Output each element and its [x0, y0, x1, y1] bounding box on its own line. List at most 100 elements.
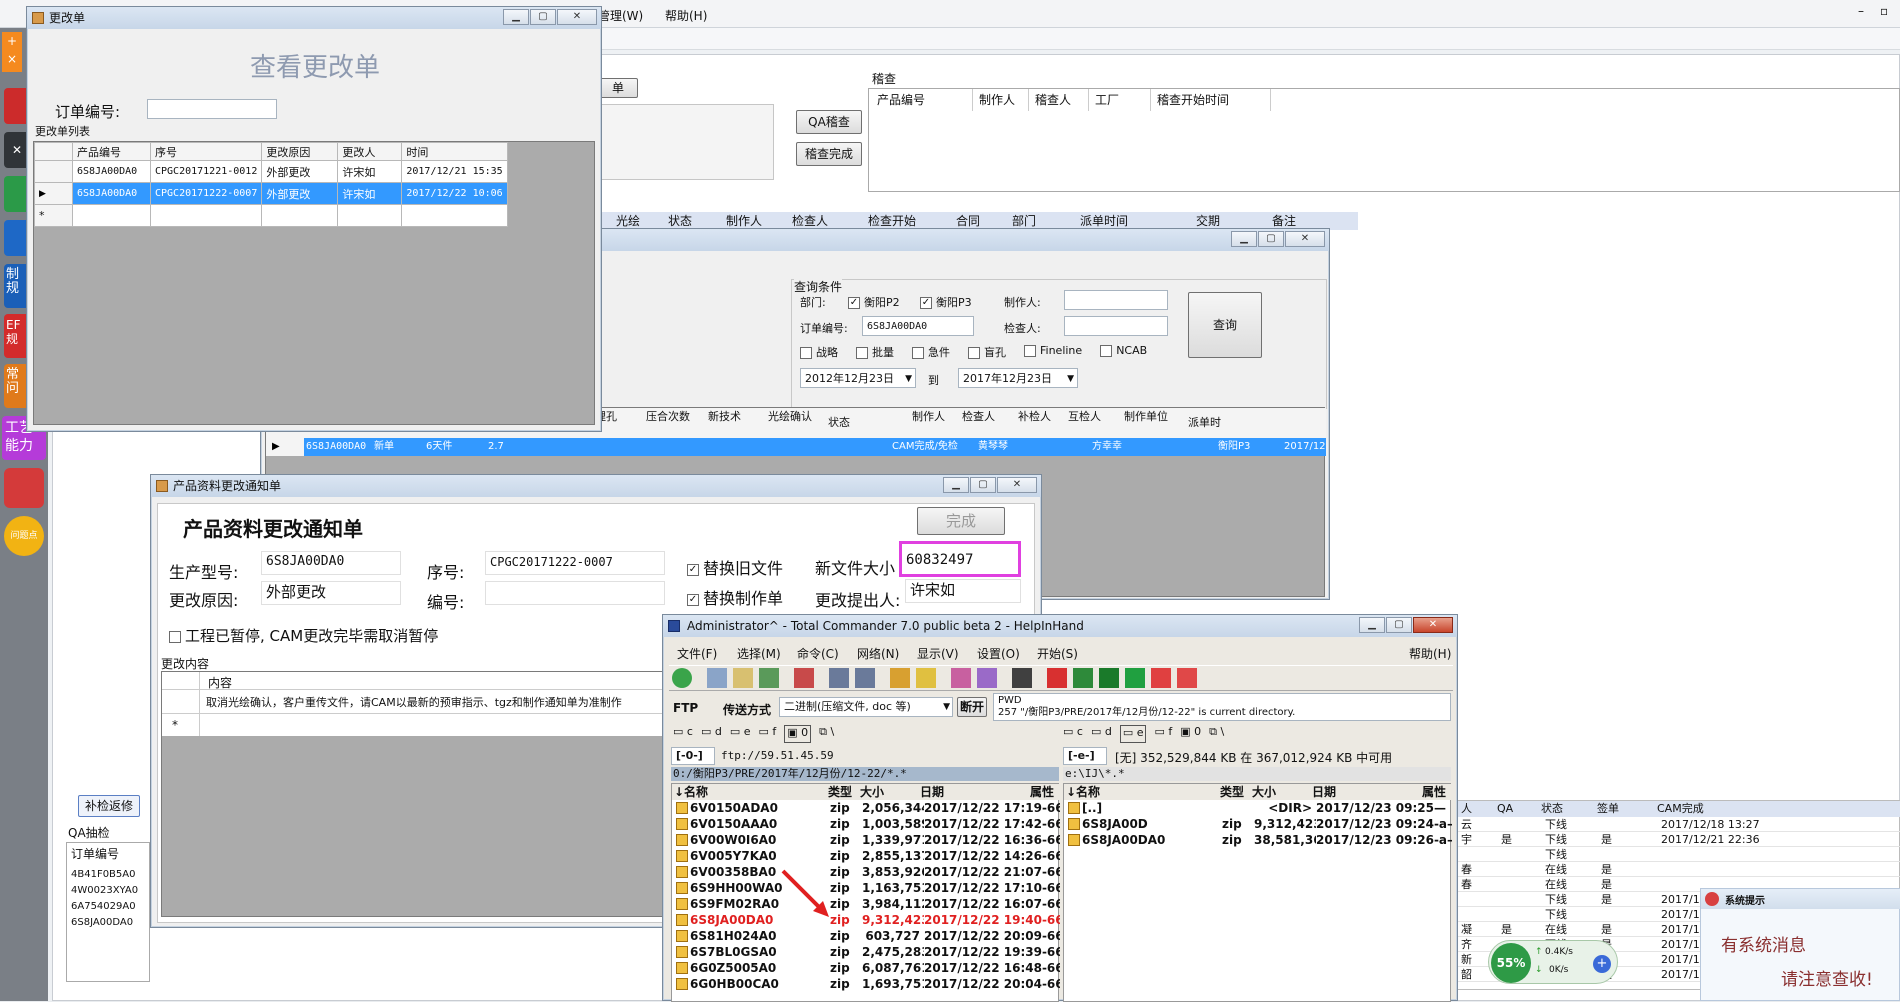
pack-icon[interactable] [890, 668, 910, 688]
thumbnail-icon[interactable] [759, 668, 779, 688]
refresh-icon[interactable] [672, 668, 692, 688]
network-icon[interactable]: ⧉ \ [1209, 725, 1224, 743]
minimize-button[interactable]: ▁ [1231, 231, 1257, 247]
pause-checkbox[interactable]: 工程已暂停, CAM更改完毕需取消暂停 [169, 625, 438, 646]
maker-input[interactable] [1064, 290, 1168, 310]
app-green2-icon[interactable] [1125, 668, 1145, 688]
col-type[interactable]: 类型 [828, 784, 860, 800]
drive-e-button[interactable]: ▭ e [1119, 725, 1147, 743]
opt-batch[interactable]: 批量 [856, 344, 894, 360]
close-button[interactable]: ✕ [1413, 617, 1453, 633]
close-button[interactable]: ✕ [1285, 231, 1325, 247]
drive-0-button[interactable]: ▣ 0 [784, 725, 812, 743]
maximize-button[interactable]: ▢ [1258, 231, 1284, 247]
col-name[interactable]: ↓名称 [672, 784, 828, 800]
seq-input[interactable]: CPGC20171222-0007 [485, 551, 665, 575]
drive-c-button[interactable]: ▭ c [673, 725, 693, 743]
file-row[interactable]: 6S8JA00DA0 zip 9,312,423 2017/12/22 19:40-6… [672, 912, 1060, 928]
col-attr[interactable]: 属性 [1030, 784, 1060, 800]
transfer-mode-select[interactable]: 二进制(压缩文件, doc 等) ▼ [779, 697, 953, 717]
brief-view-icon[interactable] [707, 668, 727, 688]
col-size[interactable]: 大小 [1252, 784, 1312, 800]
minimize-button[interactable]: ▁ [1359, 617, 1385, 633]
pdf2-icon[interactable] [1151, 668, 1171, 688]
dept-p2-checkbox[interactable]: ✓ 衡阳P2 [848, 294, 900, 310]
checker-input[interactable] [1064, 316, 1168, 336]
file-row[interactable]: 6V0150AAA0 zip 1,003,589 2017/12/22 17:42-6… [672, 816, 1060, 832]
col-date[interactable]: 日期 [1312, 784, 1422, 800]
sidebar-item-issue[interactable]: 问题点 [4, 516, 44, 556]
col-size[interactable]: 大小 [860, 784, 920, 800]
supplement-repair-button[interactable]: 补检返修 [78, 795, 140, 817]
col-type[interactable]: 类型 [1220, 784, 1252, 800]
maximize-button[interactable]: ▢ [970, 477, 996, 493]
col-name[interactable]: ↓名称 [1064, 784, 1220, 800]
opt-urgent[interactable]: 急件 [912, 344, 950, 360]
excel-icon[interactable] [1073, 668, 1093, 688]
drive-d-button[interactable]: ▭ d [1091, 725, 1112, 743]
table-row[interactable]: 6S8JA00DA0 CPGC20171221-0012 外部更改 许宋如 20… [34, 160, 508, 183]
app-green-icon[interactable] [1099, 668, 1119, 688]
database-icon[interactable] [4, 468, 44, 508]
replace-old-checkbox[interactable]: ✓ 替换旧文件 [687, 555, 783, 579]
file-row[interactable]: 6S7BL0GSA0 zip 2,475,283 2017/12/22 19:39-6… [672, 944, 1060, 960]
back-icon[interactable] [829, 668, 849, 688]
qa-check-button[interactable]: QA稽查 [796, 110, 862, 134]
maximize-button[interactable]: ▢ [530, 9, 556, 25]
file-row[interactable]: 6S81H024A0 zip 603,727 2017/12/22 20:09-66 [672, 928, 1060, 944]
tc-menu-help[interactable]: 帮助(H) [1409, 645, 1451, 662]
file-row[interactable]: 6S9FM02RA0 zip 3,984,112 2017/12/22 16:07-6… [672, 896, 1060, 912]
new-row[interactable]: * [34, 204, 508, 227]
tc-menu-select[interactable]: 选择(M) [737, 645, 781, 662]
no-input[interactable] [485, 581, 665, 605]
change-order-input[interactable] [147, 99, 277, 119]
opt-blind-hole[interactable]: 盲孔 [968, 344, 1006, 360]
plus-icon[interactable]: + [1593, 955, 1611, 973]
tc-menu-network[interactable]: 网络(N) [857, 645, 899, 662]
left-drive-select[interactable]: [-0-] [671, 747, 715, 765]
drive-d-button[interactable]: ▭ d [701, 725, 722, 743]
opt-strategy[interactable]: 战略 [800, 344, 838, 360]
check-done-button[interactable]: 稽查完成 [796, 142, 862, 166]
system-message-line2[interactable]: 请注意查收! [1781, 965, 1873, 990]
new-size-input[interactable]: 60832497 [899, 541, 1021, 577]
results-row[interactable]: ▶ 6S8JA00DA0 新单 6天件 2.7 CAM完成/免检 黄琴琴 方幸幸… [266, 438, 1326, 456]
table-row[interactable]: 春 在线 是 [1457, 862, 1900, 877]
ftp-connect-icon[interactable] [951, 668, 971, 688]
file-row[interactable]: 6V005Y7KA0 zip 2,855,137 2017/12/22 14:26-6… [672, 848, 1060, 864]
sync-icon[interactable] [794, 668, 814, 688]
sidebar-add-button[interactable]: + × [2, 32, 22, 72]
maximize-button[interactable]: ▢ [1386, 617, 1412, 633]
list-item[interactable]: 4W0023XYA0 [71, 883, 138, 899]
done-button[interactable]: 完成 [917, 507, 1005, 535]
table-row[interactable]: 宇 是 下线 是 2017/12/21 22:36 [1457, 832, 1900, 847]
full-view-icon[interactable] [733, 668, 753, 688]
unpack-icon[interactable] [916, 668, 936, 688]
content-new-row[interactable]: * [162, 714, 674, 736]
close-button[interactable]: ✕ [557, 9, 597, 25]
file-row[interactable]: 6G0Z5005A0 zip 6,087,761 2017/12/22 16:48-6… [672, 960, 1060, 976]
drive-c-button[interactable]: ▭ c [1063, 725, 1083, 743]
minimize-button[interactable]: ▁ [943, 477, 969, 493]
reason-input[interactable]: 外部更改 [261, 581, 401, 605]
query-button[interactable]: 查询 [1188, 292, 1262, 358]
file-row[interactable]: 6S9HH00WA0 zip 1,163,751 2017/12/22 17:10-6… [672, 880, 1060, 896]
file-row[interactable]: 6S8JA00DA0 zip 38,581,3682017/12/23 09:26-… [1064, 832, 1452, 848]
file-row[interactable]: 6V00358BA0 zip 3,853,926 2017/12/22 21:07-6… [672, 864, 1060, 880]
app-restore-button[interactable]: ▫ [1880, 4, 1888, 18]
order-input[interactable]: 6S8JA00DA0 [862, 316, 974, 336]
list-item[interactable]: 4B41F0B5A0 [71, 867, 138, 883]
tc-menu-file[interactable]: 文件(F) [677, 645, 717, 662]
close-button[interactable]: ✕ [997, 477, 1037, 493]
binoculars-icon[interactable] [1012, 668, 1032, 688]
tc-menu-start[interactable]: 开始(S) [1037, 645, 1078, 662]
app-minimize-button[interactable]: – [1858, 4, 1864, 18]
opt-fineline[interactable]: Fineline [1024, 344, 1082, 360]
col-attr[interactable]: 属性 [1422, 784, 1452, 800]
disconnect-button[interactable]: 断开 [957, 697, 987, 717]
tc-menu-view[interactable]: 显示(V) [917, 645, 959, 662]
model-input[interactable]: 6S8JA00DA0 [261, 551, 401, 575]
tc-menu-settings[interactable]: 设置(O) [977, 645, 1020, 662]
date-from-picker[interactable]: 2012年12月23日 ▼ [800, 368, 916, 388]
tc-menu-command[interactable]: 命令(C) [797, 645, 839, 662]
